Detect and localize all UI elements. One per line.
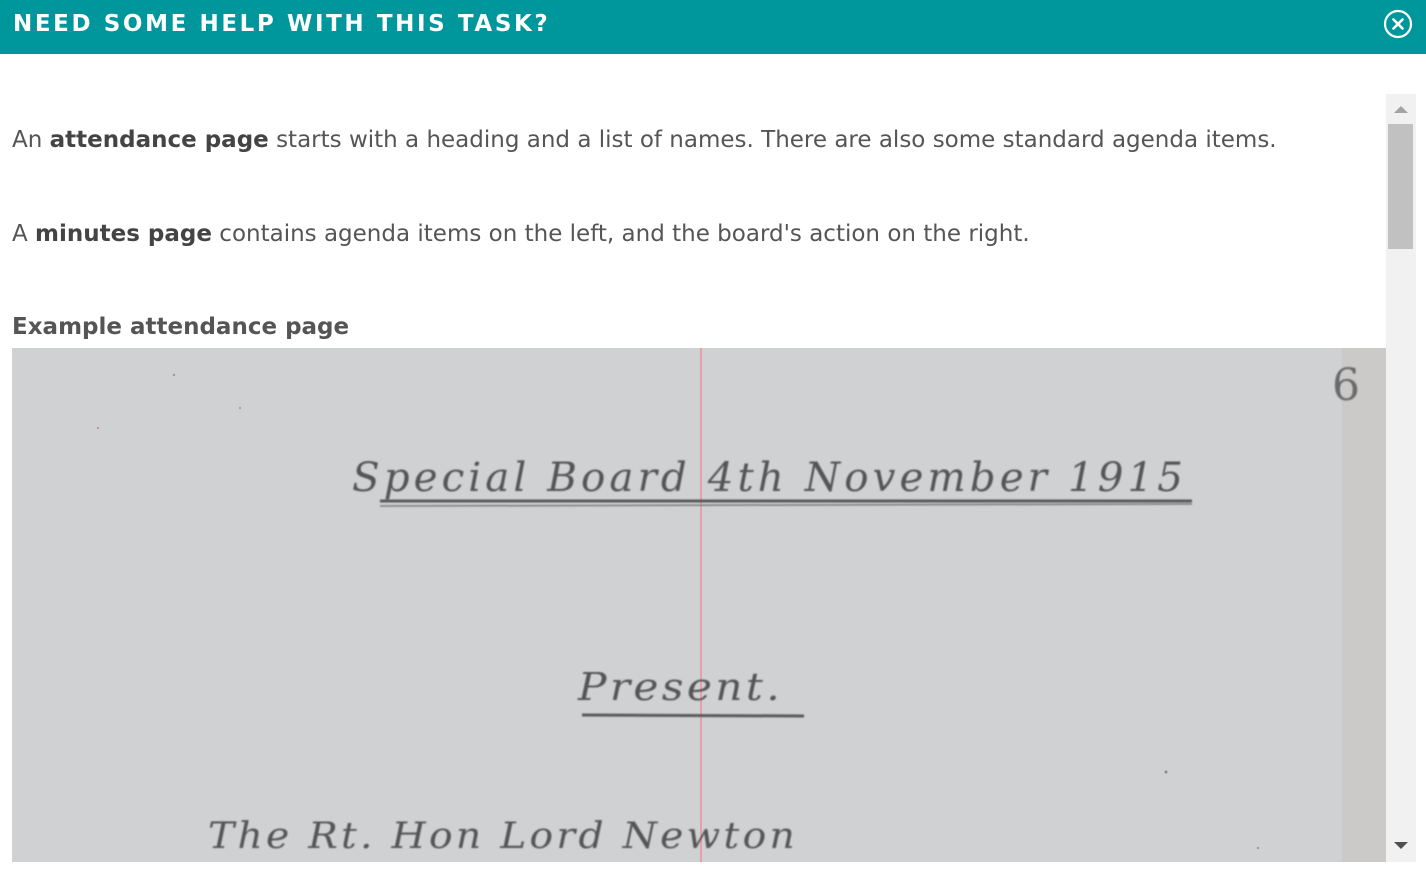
attendance-description: An attendance page starts with a heading… xyxy=(12,127,1277,153)
minutes-description: A minutes page contains agenda items on … xyxy=(12,221,1030,247)
example-title: Example attendance page xyxy=(12,314,350,340)
scroll-up-button[interactable] xyxy=(1386,97,1416,121)
dialog-title: NEED SOME HELP WITH THIS TASK? xyxy=(13,11,551,37)
triangle-down-icon xyxy=(1394,842,1408,849)
scroll-thumb[interactable] xyxy=(1388,124,1413,249)
page-number: 6 xyxy=(1332,360,1360,411)
example-attendance-image: 6 Special Board 4th November 1915 Presen… xyxy=(12,348,1386,862)
scroll-down-button[interactable] xyxy=(1386,834,1416,858)
dialog-header: NEED SOME HELP WITH THIS TASK? xyxy=(0,0,1426,54)
handwritten-page-image: 6 Special Board 4th November 1915 Presen… xyxy=(12,348,1386,862)
handwritten-present: Present. xyxy=(577,665,783,709)
handwritten-heading: Special Board 4th November 1915 xyxy=(352,455,1187,501)
close-button[interactable] xyxy=(1383,9,1413,39)
triangle-up-icon xyxy=(1394,106,1408,113)
close-circle-icon xyxy=(1383,9,1413,39)
handwritten-first-name: The Rt. Hon Lord Newton xyxy=(208,816,798,857)
help-content: An attendance page starts with a heading… xyxy=(0,54,1386,862)
vertical-scrollbar[interactable] xyxy=(1386,94,1416,862)
